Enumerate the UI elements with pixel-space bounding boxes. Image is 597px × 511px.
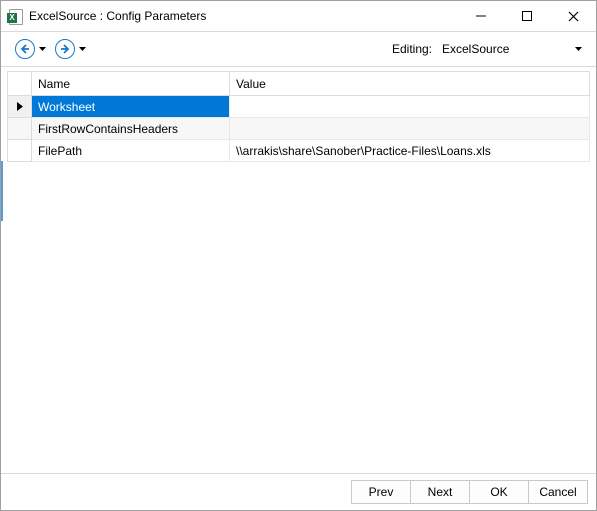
minimize-button[interactable] xyxy=(458,2,504,31)
cell-value[interactable] xyxy=(230,118,590,140)
grid-header-row: Name Value xyxy=(8,72,590,96)
dialog-window: X ExcelSource : Config Parameters xyxy=(0,0,597,511)
navigation-toolbar: Editing: ExcelSource xyxy=(1,32,596,67)
title-bar: X ExcelSource : Config Parameters xyxy=(1,1,596,32)
row-header-corner[interactable] xyxy=(8,72,32,96)
cell-name[interactable]: FirstRowContainsHeaders xyxy=(32,118,230,140)
parameters-grid[interactable]: Name Value WorksheetFirstRowContainsHead… xyxy=(7,71,590,162)
excel-icon: X xyxy=(7,8,23,24)
ok-button[interactable]: OK xyxy=(469,480,529,504)
cell-value[interactable] xyxy=(230,96,590,118)
row-pointer-icon xyxy=(17,100,23,114)
col-header-value[interactable]: Value xyxy=(230,72,590,96)
editing-label: Editing: xyxy=(392,42,432,56)
close-button[interactable] xyxy=(550,2,596,31)
table-row[interactable]: FilePath\\arrakis\share\Sanober\Practice… xyxy=(8,140,590,162)
cell-name[interactable]: FilePath xyxy=(32,140,230,162)
nav-forward-button[interactable] xyxy=(55,39,87,59)
chevron-down-icon xyxy=(575,47,582,51)
table-row[interactable]: FirstRowContainsHeaders xyxy=(8,118,590,140)
arrow-left-icon xyxy=(15,39,35,59)
dialog-footer: Prev Next OK Cancel xyxy=(1,473,596,510)
editing-value: ExcelSource xyxy=(442,42,509,56)
next-button[interactable]: Next xyxy=(410,480,470,504)
nav-back-button[interactable] xyxy=(15,39,47,59)
chevron-down-icon[interactable] xyxy=(37,39,47,59)
arrow-right-icon xyxy=(55,39,75,59)
row-header[interactable] xyxy=(8,140,32,162)
cell-value[interactable]: \\arrakis\share\Sanober\Practice-Files\L… xyxy=(230,140,590,162)
prev-button[interactable]: Prev xyxy=(351,480,411,504)
cancel-button[interactable]: Cancel xyxy=(528,480,588,504)
cell-name[interactable]: Worksheet xyxy=(32,96,230,118)
table-row[interactable]: Worksheet xyxy=(8,96,590,118)
parameters-grid-wrap: Name Value WorksheetFirstRowContainsHead… xyxy=(1,67,596,473)
chevron-down-icon[interactable] xyxy=(77,39,87,59)
window-title: ExcelSource : Config Parameters xyxy=(29,9,206,23)
row-header[interactable] xyxy=(8,96,32,118)
editing-combo[interactable]: ExcelSource xyxy=(438,39,586,59)
maximize-button[interactable] xyxy=(504,2,550,31)
row-header[interactable] xyxy=(8,118,32,140)
col-header-name[interactable]: Name xyxy=(32,72,230,96)
